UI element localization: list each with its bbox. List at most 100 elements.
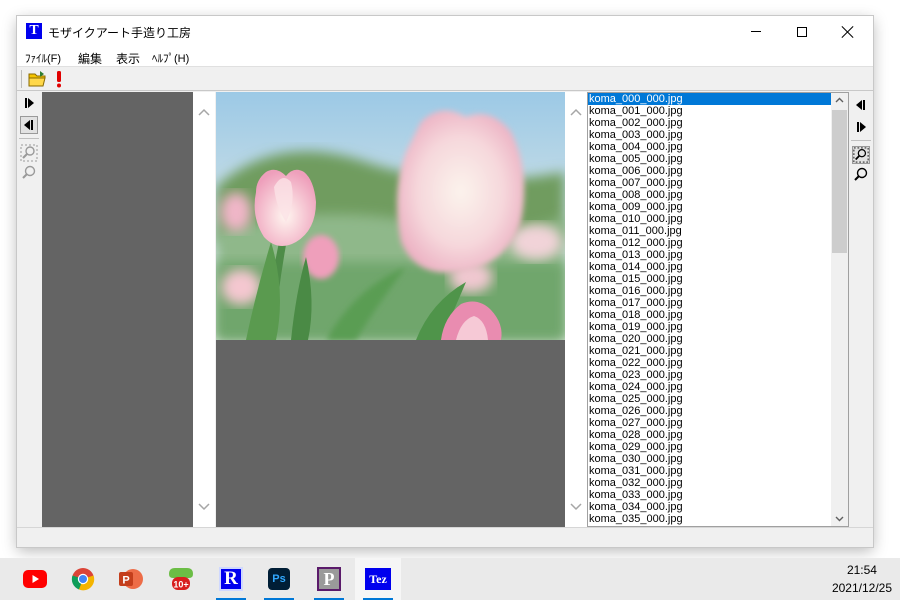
list-item[interactable]: koma_001_000.jpg: [588, 105, 831, 117]
list-item[interactable]: koma_006_000.jpg: [588, 165, 831, 177]
list-item[interactable]: koma_025_000.jpg: [588, 393, 831, 405]
list-item[interactable]: koma_016_000.jpg: [588, 285, 831, 297]
window-title: モザイクアート手造り工房: [48, 26, 192, 40]
list-item[interactable]: koma_010_000.jpg: [588, 213, 831, 225]
menu-help[interactable]: ﾍﾙﾌﾟ(H): [152, 50, 189, 66]
play-right-icon: [857, 122, 866, 132]
list-item[interactable]: koma_019_000.jpg: [588, 321, 831, 333]
play-left-button[interactable]: [852, 96, 870, 114]
taskbar-tez-app[interactable]: Tez: [355, 558, 401, 600]
list-item[interactable]: koma_024_000.jpg: [588, 381, 831, 393]
taskbar-powerpoint[interactable]: P: [108, 558, 154, 600]
list-item[interactable]: koma_027_000.jpg: [588, 417, 831, 429]
clock-time: 21:54: [846, 563, 877, 577]
powerpoint-icon: P: [119, 569, 143, 589]
file-list-scrollbar[interactable]: [831, 93, 848, 526]
list-item[interactable]: koma_004_000.jpg: [588, 141, 831, 153]
maximize-button[interactable]: [779, 16, 825, 47]
list-item[interactable]: koma_002_000.jpg: [588, 117, 831, 129]
list-item[interactable]: koma_005_000.jpg: [588, 153, 831, 165]
play-right-button[interactable]: [852, 118, 870, 136]
toolbar-separator: [19, 138, 39, 139]
taskbar-clip-studio[interactable]: 10+: [158, 558, 204, 600]
list-item[interactable]: koma_007_000.jpg: [588, 177, 831, 189]
list-item[interactable]: koma_023_000.jpg: [588, 369, 831, 381]
list-item[interactable]: koma_030_000.jpg: [588, 453, 831, 465]
zoom-button[interactable]: [852, 166, 870, 184]
list-item[interactable]: koma_013_000.jpg: [588, 249, 831, 261]
taskbar-youtube[interactable]: [12, 558, 58, 600]
minimize-icon: [751, 31, 761, 32]
taskbar: P 10+ R Ps P Tez 21:54 2021/12/25: [0, 558, 900, 600]
list-item[interactable]: koma_015_000.jpg: [588, 273, 831, 285]
list-item[interactable]: koma_014_000.jpg: [588, 261, 831, 273]
list-item[interactable]: koma_026_000.jpg: [588, 405, 831, 417]
menu-view[interactable]: 表示: [116, 50, 140, 67]
magnifier-icon: [22, 165, 36, 179]
play-left-icon: [24, 120, 33, 130]
list-item[interactable]: koma_035_000.jpg: [588, 513, 831, 525]
desktop: T モザイクアート手造り工房 ﾌｧｲﾙ(F) 編集 表示 ﾍﾙﾌﾟ(H) kom…: [0, 0, 900, 600]
zoom-button[interactable]: [20, 164, 38, 182]
app-icon: T: [26, 23, 42, 39]
taskbar-p-app[interactable]: P: [306, 558, 352, 600]
image-view-panel[interactable]: [216, 92, 565, 527]
menu-edit[interactable]: 編集: [78, 50, 102, 67]
zoom-select-button[interactable]: [852, 146, 870, 164]
tulip-photo: [216, 92, 565, 340]
chevron-up-icon[interactable]: [198, 106, 210, 118]
left-panel-scrollbar[interactable]: [193, 92, 215, 527]
play-right-button[interactable]: [20, 94, 38, 112]
list-item[interactable]: koma_009_000.jpg: [588, 201, 831, 213]
list-item[interactable]: koma_031_000.jpg: [588, 465, 831, 477]
right-side-toolbar: [849, 92, 873, 527]
list-item[interactable]: koma_034_000.jpg: [588, 501, 831, 513]
close-button[interactable]: [825, 16, 871, 47]
scroll-up-icon[interactable]: [834, 95, 845, 106]
list-item[interactable]: koma_011_000.jpg: [588, 225, 831, 237]
zoom-select-icon: [20, 144, 38, 162]
taskbar-r-app[interactable]: R: [208, 558, 254, 600]
list-item[interactable]: koma_000_000.jpg: [588, 93, 831, 105]
list-item[interactable]: koma_017_000.jpg: [588, 297, 831, 309]
list-item[interactable]: koma_033_000.jpg: [588, 489, 831, 501]
file-list[interactable]: koma_000_000.jpg koma_001_000.jpg koma_002…: [587, 92, 849, 527]
left-preview-panel[interactable]: [42, 92, 193, 527]
minimize-button[interactable]: [733, 16, 779, 47]
taskbar-clock[interactable]: 21:54 2021/12/25: [832, 561, 892, 597]
list-item[interactable]: koma_018_000.jpg: [588, 309, 831, 321]
chrome-icon: [71, 568, 95, 591]
list-item[interactable]: koma_020_000.jpg: [588, 333, 831, 345]
title-bar[interactable]: T モザイクアート手造り工房: [17, 16, 873, 47]
list-item[interactable]: koma_028_000.jpg: [588, 429, 831, 441]
chevron-down-icon[interactable]: [570, 501, 582, 513]
play-left-icon: [856, 100, 865, 110]
close-icon: [842, 26, 854, 38]
list-item[interactable]: koma_008_000.jpg: [588, 189, 831, 201]
magnifier-icon: [854, 167, 868, 181]
list-item[interactable]: koma_022_000.jpg: [588, 357, 831, 369]
list-item[interactable]: koma_012_000.jpg: [588, 237, 831, 249]
exclamation-icon: [57, 71, 61, 88]
image-panel-scrollbar[interactable]: [565, 92, 587, 527]
menu-file[interactable]: ﾌｧｲﾙ(F): [25, 50, 61, 66]
list-item[interactable]: koma_032_000.jpg: [588, 477, 831, 489]
alert-button[interactable]: [53, 69, 65, 89]
taskbar-chrome[interactable]: [60, 558, 106, 600]
list-item[interactable]: koma_021_000.jpg: [588, 345, 831, 357]
play-left-button[interactable]: [20, 116, 38, 134]
clip-badge: 10+: [173, 580, 188, 590]
chevron-down-icon[interactable]: [198, 501, 210, 513]
photoshop-icon: Ps: [268, 568, 290, 590]
scrollbar-thumb[interactable]: [832, 110, 847, 253]
chevron-up-icon[interactable]: [570, 106, 582, 118]
taskbar-photoshop[interactable]: Ps: [256, 558, 302, 600]
scroll-down-icon[interactable]: [834, 513, 845, 524]
open-folder-button[interactable]: [28, 70, 48, 88]
toolbar-separator: [851, 140, 871, 141]
list-item[interactable]: koma_003_000.jpg: [588, 129, 831, 141]
zoom-select-button[interactable]: [20, 144, 38, 162]
toolbar-grip: [21, 70, 22, 88]
r-app-icon: R: [219, 567, 243, 591]
list-item[interactable]: koma_029_000.jpg: [588, 441, 831, 453]
